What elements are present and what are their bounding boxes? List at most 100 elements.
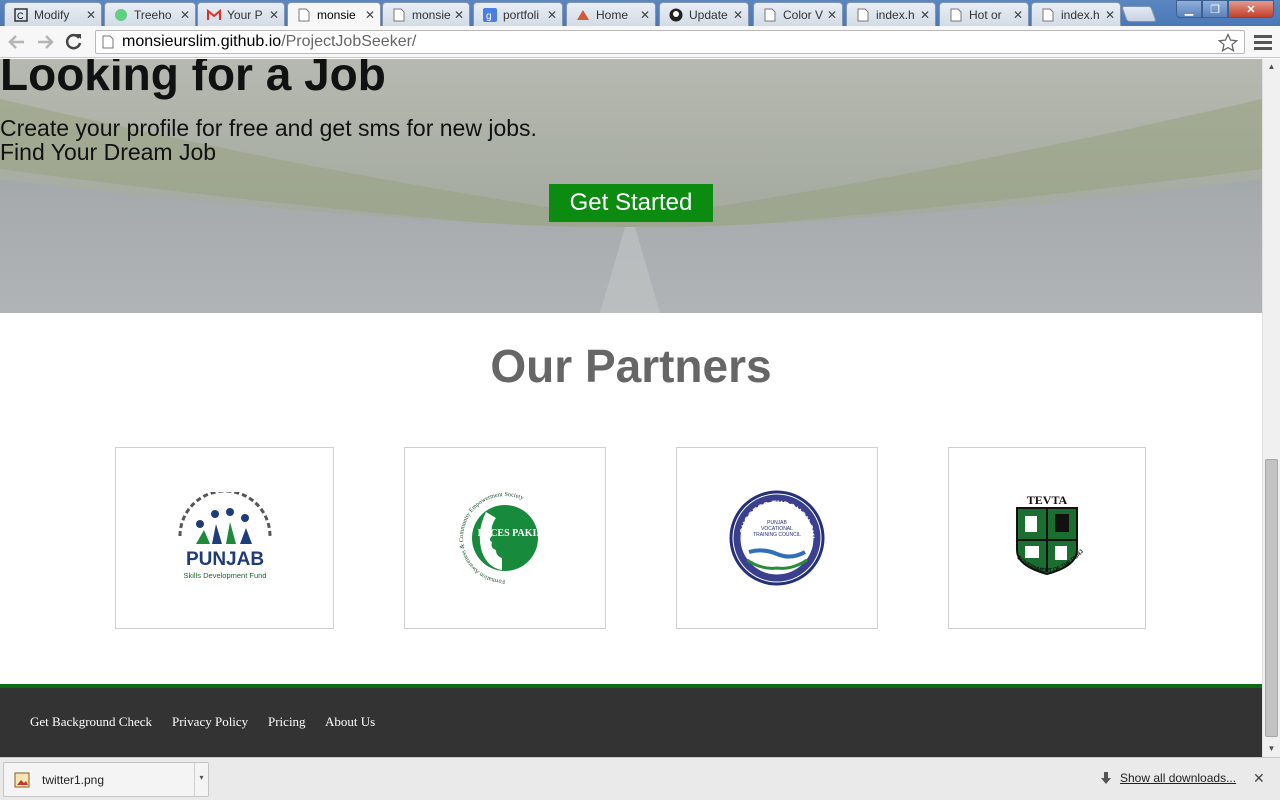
site-footer: Get Background Check Privacy Policy Pric… [0,684,1262,757]
browser-tab[interactable]: Home ✕ [566,2,656,26]
bookmark-star-icon[interactable] [1217,32,1239,58]
scrollbar-thumb[interactable] [1265,459,1278,737]
close-icon[interactable]: ✕ [268,8,280,22]
download-arrow-icon [1101,772,1111,784]
github-icon [668,7,684,23]
close-icon[interactable]: ✕ [85,8,97,22]
reload-button[interactable] [63,31,85,53]
browser-tab[interactable]: index.h ✕ [1031,2,1121,26]
codepen-icon: C [13,7,29,23]
maximize-button[interactable]: ❐ [1202,0,1228,18]
page-viewport: Looking for a Job Create your profile fo… [0,59,1262,757]
browser-tab[interactable]: Hot or ✕ [939,2,1029,26]
tab-title: Your P [227,7,263,22]
hero-title: Looking for a Job [0,59,386,100]
treehouse-icon [113,7,129,23]
browser-tab[interactable]: Color V ✕ [753,2,843,26]
download-file-name: twitter1.png [42,772,105,787]
tab-title: index.h [1061,7,1100,22]
tevta-name: TEVTA [1027,493,1068,507]
vertical-scrollbar[interactable]: ▲ ▼ [1262,59,1280,757]
pvtc-tagline: PUNJAB VOCATIONAL TRAINING COUNCIL [753,520,801,538]
browser-tab-active[interactable]: monsie ✕ [287,2,381,26]
browser-tab[interactable]: monsie ✕ [382,2,470,26]
tab-title: Color V [783,7,824,22]
faces-name: FACES PAKISTAN [478,528,560,539]
page-icon [1040,7,1056,23]
address-bar[interactable]: monsieurslim.github.io/ProjectJobSeeker/ [95,30,1245,54]
window-close-button[interactable]: ✕ [1228,0,1274,18]
tab-title: Modify [34,7,70,22]
psdf-logo: PUNJAB Skills Development Fund [178,492,271,580]
tab-title: portfoli [503,7,540,22]
forward-button[interactable] [34,31,56,53]
site-icon [575,7,591,23]
back-arrow-icon [8,35,24,49]
hero-tagline: Find Your Dream Job [0,139,217,165]
close-icon[interactable]: ✕ [919,8,931,22]
browser-tab[interactable]: Your P ✕ [197,2,285,26]
close-icon[interactable]: ✕ [639,8,651,22]
scroll-up-arrow-icon[interactable]: ▲ [1263,59,1280,75]
close-icon[interactable]: ✕ [179,8,191,22]
svg-text:g: g [486,11,492,22]
browser-tab[interactable]: index.h ✕ [846,2,936,26]
close-icon[interactable]: ✕ [453,8,465,22]
chrome-menu-icon[interactable] [1254,32,1272,52]
close-download-shelf-icon[interactable]: ✕ [1253,770,1265,787]
browser-tab-strip: C Modify ✕ Treeho ✕ Your P ✕ monsie ✕ mo… [0,0,1280,26]
close-icon[interactable]: ✕ [1012,8,1024,22]
tab-title: Home [596,7,629,22]
browser-tab[interactable]: g portfoli ✕ [473,2,563,26]
show-all-downloads-link[interactable]: Show all downloads... [1100,771,1236,785]
download-shelf: twitter1.png ▾ Show all downloads... ✕ [0,757,1280,800]
close-icon[interactable]: ✕ [732,8,744,22]
google-icon: g [482,7,498,23]
close-icon[interactable]: ✕ [826,8,838,22]
partner-card-pvtc[interactable]: SUCCESS THROUGH SKILL PUNJAB VOCATIONAL … [676,447,878,629]
tab-title: monsie [317,7,356,22]
download-item[interactable]: twitter1.png ▾ [3,762,209,797]
partner-card-faces[interactable]: Formation Awareness & Community Empowerm… [404,447,606,629]
hero-subtitle: Create your profile for free and get sms… [0,115,537,141]
psdf-name: PUNJAB [185,549,263,570]
scroll-down-arrow-icon[interactable]: ▼ [1263,741,1280,757]
page-icon [855,7,871,23]
partner-card-psdf[interactable]: PUNJAB Skills Development Fund [115,447,334,629]
show-all-downloads-label: Show all downloads... [1120,771,1237,785]
gmail-icon [206,7,222,23]
svg-text:C: C [17,11,24,21]
browser-tab[interactable]: Treeho ✕ [104,2,196,26]
faces-pakistan-logo: Formation Awareness & Community Empowerm… [458,492,560,584]
tevta-logo: TEVTA GOVERNMENT OF THE PUNJAB [1007,492,1085,576]
browser-tab[interactable]: C Modify ✕ [4,2,102,26]
browser-toolbar: monsieurslim.github.io/ProjectJobSeeker/ [0,26,1280,58]
tab-title: Update [689,7,728,22]
page-icon [296,7,312,23]
page-icon [391,7,407,23]
partner-card-tevta[interactable]: TEVTA GOVERNMENT OF THE PUNJAB [948,447,1146,629]
download-menu-chevron-icon[interactable]: ▾ [194,763,208,796]
footer-link-privacy-policy[interactable]: Privacy Policy [172,714,248,730]
close-icon[interactable]: ✕ [364,8,376,22]
footer-link-about-us[interactable]: About Us [325,714,375,730]
back-button[interactable] [6,31,28,53]
close-icon[interactable]: ✕ [546,8,558,22]
url-path: /ProjectJobSeeker/ [281,33,417,50]
tab-title: index.h [876,7,915,22]
footer-link-background-check[interactable]: Get Background Check [30,714,152,730]
new-tab-button[interactable] [1121,6,1157,22]
close-icon[interactable]: ✕ [1104,8,1116,22]
psdf-tagline: Skills Development Fund [183,571,266,580]
forward-arrow-icon [38,35,54,49]
get-started-button[interactable]: Get Started [549,184,713,222]
tab-title: Treeho [134,7,172,22]
tab-title: monsie [412,7,451,22]
tab-title: Hot or [969,7,1002,22]
footer-link-pricing[interactable]: Pricing [268,714,306,730]
pvtc-logo: SUCCESS THROUGH SKILL PUNJAB VOCATIONAL … [727,490,825,586]
partners-title: Our Partners [490,340,772,392]
minimize-button[interactable]: ▁ [1176,0,1202,18]
browser-tab[interactable]: Update ✕ [659,2,749,26]
page-icon [948,7,964,23]
